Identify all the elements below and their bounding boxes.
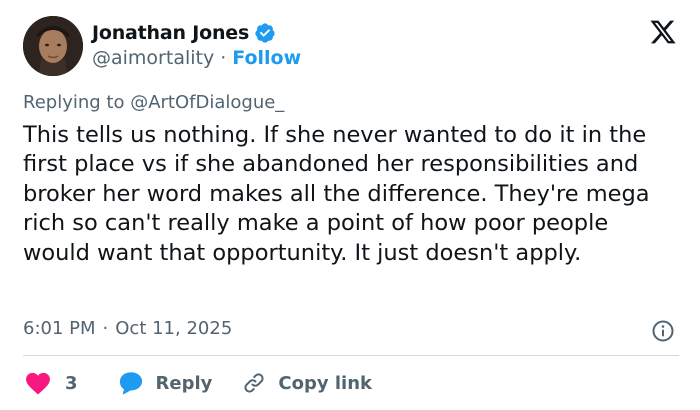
author-handle[interactable]: @aimortality	[92, 47, 214, 69]
like-count: 3	[65, 372, 78, 394]
timestamp[interactable]: 6:01 PM · Oct 11, 2025	[23, 318, 232, 339]
reply-button[interactable]: Reply	[118, 370, 213, 396]
heart-icon	[26, 372, 50, 395]
post-time: 6:01 PM	[23, 318, 96, 339]
author-name-row: Jonathan Jones	[92, 20, 276, 46]
post-date: Oct 11, 2025	[115, 318, 233, 339]
x-logo-icon[interactable]	[649, 18, 677, 46]
date-separator: ·	[102, 318, 109, 339]
reply-label: Reply	[155, 372, 213, 394]
action-bar: 3 Reply Copy link	[23, 368, 372, 398]
follow-button[interactable]: Follow	[232, 47, 301, 69]
link-icon	[244, 373, 264, 393]
avatar-image	[23, 16, 83, 76]
verified-badge-icon	[255, 23, 275, 43]
author-handle-row: @aimortality · Follow	[92, 47, 301, 69]
replying-prefix: Replying to	[23, 92, 125, 113]
tweet-card: Jonathan Jones @aimortality · Follow Rep…	[0, 0, 700, 410]
reply-bubble-icon	[119, 372, 142, 395]
like-button[interactable]: 3	[23, 371, 78, 395]
divider	[23, 355, 679, 356]
tweet-text: This tells us nothing. If she never want…	[23, 122, 650, 266]
replying-to-mention[interactable]: @ArtOfDialogue_	[130, 92, 284, 113]
copy-link-label: Copy link	[278, 372, 372, 394]
replying-to: Replying to @ArtOfDialogue_	[23, 92, 284, 113]
author-name[interactable]: Jonathan Jones	[92, 22, 249, 44]
separator: ·	[220, 47, 227, 69]
avatar[interactable]	[23, 16, 83, 76]
copy-link-button[interactable]: Copy link	[242, 371, 372, 395]
info-icon[interactable]	[651, 319, 675, 343]
